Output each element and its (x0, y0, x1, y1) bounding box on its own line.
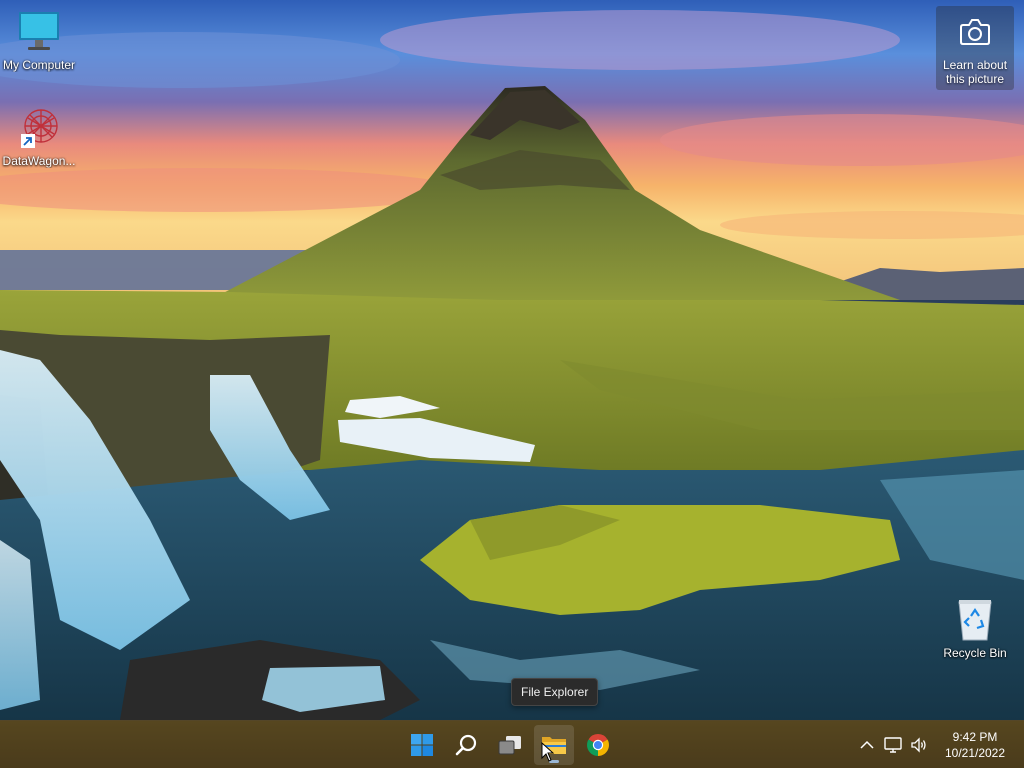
chrome-icon (587, 734, 609, 756)
chevron-up-icon (860, 740, 874, 749)
task-view-button[interactable] (490, 725, 530, 765)
windows-logo-icon (411, 734, 433, 756)
camera-icon (955, 12, 995, 52)
clock[interactable]: 9:42 PM 10/21/2022 (932, 729, 1018, 761)
show-desktop-button[interactable] (1018, 721, 1024, 768)
task-view-icon (498, 736, 521, 755)
taskbar-center-apps (402, 725, 618, 765)
desktop-icon-label: My Computer (2, 58, 76, 72)
show-hidden-icons-button[interactable] (854, 730, 880, 760)
desktop-icon-my-computer[interactable]: My Computer (0, 8, 80, 72)
monitor-icon (15, 8, 63, 56)
recycle-bin-icon (951, 596, 999, 644)
clock-date: 10/21/2022 (944, 746, 1006, 760)
volume-icon (911, 737, 926, 753)
desktop-icon-label: DataWagon... (2, 154, 76, 168)
volume-button[interactable] (906, 730, 932, 760)
clock-time: 9:42 PM (952, 730, 998, 744)
learn-about-picture-button[interactable]: Learn about this picture (936, 6, 1014, 90)
file-explorer-tooltip: File Explorer (511, 678, 599, 706)
shortcut-arrow-icon (21, 134, 35, 148)
datawagon-app-icon (15, 104, 63, 152)
desktop-icon-datawagon[interactable]: DataWagon... (0, 104, 80, 168)
learn-about-line1: Learn about (942, 58, 1008, 72)
search-icon (455, 734, 477, 756)
search-button[interactable] (446, 725, 486, 765)
desktop-wallpaper (0, 0, 1024, 720)
desktop-icon-recycle-bin[interactable]: Recycle Bin (934, 596, 1016, 660)
learn-about-line2: this picture (945, 72, 1005, 86)
start-button[interactable] (402, 725, 442, 765)
system-tray: 9:42 PM 10/21/2022 (854, 721, 1024, 768)
network-button[interactable] (880, 730, 906, 760)
taskbar: 9:42 PM 10/21/2022 (0, 720, 1024, 768)
desktop-icon-label: Recycle Bin (943, 646, 1007, 660)
mouse-cursor-icon (541, 742, 555, 762)
network-icon (884, 737, 902, 753)
chrome-button[interactable] (578, 725, 618, 765)
